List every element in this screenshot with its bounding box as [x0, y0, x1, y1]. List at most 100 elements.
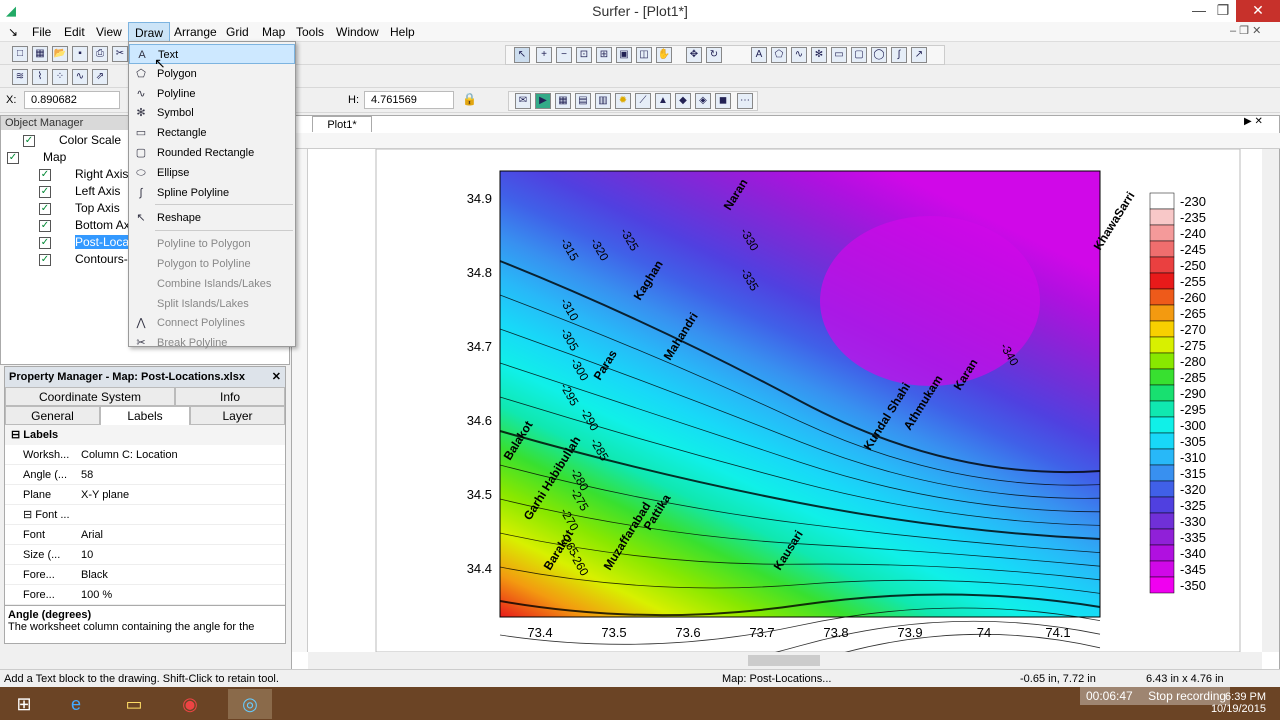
map-tool-9-icon[interactable]: ◆ — [675, 93, 691, 109]
tab-coordinate-system[interactable]: Coordinate System — [5, 387, 175, 406]
draw-menu-item[interactable]: ▢ Rounded Rectangle — [129, 143, 295, 163]
zoom-page-icon[interactable]: ⊡ — [576, 47, 592, 63]
map-tool-5-icon[interactable]: ▥ — [595, 93, 611, 109]
zoom-fit-icon[interactable]: ⊞ — [596, 47, 612, 63]
restore-button[interactable]: ❐ — [1208, 0, 1238, 22]
cut-icon[interactable]: ✂ — [112, 46, 128, 62]
section-labels[interactable]: ⊟ Labels — [5, 425, 285, 445]
base-map-icon[interactable]: ⌇ — [32, 69, 48, 85]
menu-map[interactable]: Map — [256, 22, 291, 42]
menu-help[interactable]: Help — [384, 22, 421, 42]
property-row[interactable]: Plane X-Y plane — [5, 485, 285, 505]
property-value[interactable]: Black — [75, 565, 285, 584]
map-tool-8-icon[interactable]: ▲ — [655, 93, 671, 109]
lock-icon[interactable]: 🔒 — [462, 92, 477, 106]
map-tool-6-icon[interactable]: ✹ — [615, 93, 631, 109]
property-row[interactable]: Fore... 100 % — [5, 585, 285, 605]
reshape-tool-icon[interactable]: ↗ — [911, 47, 927, 63]
new-plot-icon[interactable]: □ — [12, 46, 28, 62]
spline-tool-icon[interactable]: ∫ — [891, 47, 907, 63]
property-row[interactable]: Worksh... Column C: Location — [5, 445, 285, 465]
tab-labels[interactable]: Labels — [100, 406, 190, 425]
close-button[interactable]: ✕ — [1236, 0, 1280, 22]
map-tool-1-icon[interactable]: ✉ — [515, 93, 531, 109]
open-icon[interactable]: 📂 — [52, 46, 68, 62]
scroll-thumb[interactable] — [748, 655, 820, 666]
menu-draw[interactable]: Draw — [128, 22, 171, 42]
new-worksheet-icon[interactable]: ▦ — [32, 46, 48, 62]
tab-general[interactable]: General — [5, 406, 100, 425]
pan-icon[interactable]: ✋ — [656, 47, 672, 63]
draw-menu-item[interactable]: ▭ Rectangle — [129, 123, 295, 143]
tab-layer[interactable]: Layer — [190, 406, 285, 425]
close-panel-icon[interactable]: ✕ — [272, 367, 281, 387]
menu-edit[interactable]: Edit — [58, 22, 91, 42]
menu-icon[interactable]: ↘ — [2, 22, 24, 42]
map-tool-3-icon[interactable]: ▦ — [555, 93, 571, 109]
zoom-out-icon[interactable]: − — [556, 47, 572, 63]
h-input[interactable]: 4.761569 — [364, 91, 454, 109]
zoom-in-icon[interactable]: + — [536, 47, 552, 63]
tab-plot1[interactable]: Plot1* — [312, 116, 372, 132]
draw-menu-item[interactable]: ⬭ Ellipse — [129, 163, 295, 183]
property-value[interactable]: 58 — [75, 465, 285, 484]
map-tool-4-icon[interactable]: ▤ — [575, 93, 591, 109]
checkbox[interactable]: ✓ — [39, 168, 51, 181]
print-icon[interactable]: ⎙ — [92, 46, 108, 62]
property-row[interactable]: Fore... Black — [5, 565, 285, 585]
map-tool-11-icon[interactable]: ◼ — [715, 93, 731, 109]
property-value[interactable]: Column C: Location — [75, 445, 285, 464]
horizontal-scrollbar[interactable] — [308, 652, 1262, 669]
mdi-controls[interactable]: – ❐ ✕ — [1230, 24, 1261, 37]
polygon-tool-icon[interactable]: ⬠ — [771, 47, 787, 63]
symbol-tool-icon[interactable]: ✻ — [811, 47, 827, 63]
checkbox[interactable]: ✓ — [39, 219, 51, 232]
start-icon[interactable]: ⊞ — [2, 689, 46, 719]
property-value[interactable]: 100 % — [75, 585, 285, 604]
checkbox[interactable]: ✓ — [39, 253, 51, 266]
contour-map-icon[interactable]: ≋ — [12, 69, 28, 85]
tab-info[interactable]: Info — [175, 387, 285, 406]
checkbox[interactable]: ✓ — [39, 185, 51, 198]
polyline-tool-icon[interactable]: ∿ — [791, 47, 807, 63]
menu-view[interactable]: View — [90, 22, 128, 42]
property-value[interactable]: X-Y plane — [75, 485, 285, 504]
chrome-icon[interactable]: ◉ — [168, 689, 212, 719]
x-input[interactable]: 0.890682 — [24, 91, 120, 109]
map-tool-12-icon[interactable]: ⋯ — [737, 93, 753, 109]
map-tool-2-icon[interactable]: ▶ — [535, 93, 551, 109]
map-tool-10-icon[interactable]: ◈ — [695, 93, 711, 109]
text-tool-icon[interactable]: A — [751, 47, 767, 63]
surfer-icon[interactable]: ◎ — [228, 689, 272, 719]
draw-menu-item[interactable]: ↖ Reshape — [129, 208, 295, 228]
property-row[interactable]: Font Arial — [5, 525, 285, 545]
image-map-icon[interactable]: ∿ — [72, 69, 88, 85]
draw-menu-item[interactable]: ✻ Symbol — [129, 103, 295, 123]
property-row[interactable]: Angle (... 58 — [5, 465, 285, 485]
checkbox[interactable]: ✓ — [39, 236, 51, 249]
ellipse-tool-icon[interactable]: ◯ — [871, 47, 887, 63]
draw-menu-item[interactable]: ∫ Spline Polyline — [129, 183, 295, 203]
vector-map-icon[interactable]: ⇗ — [92, 69, 108, 85]
map-tool-7-icon[interactable]: ⟋ — [635, 93, 651, 109]
zoom-selected-icon[interactable]: ◫ — [636, 47, 652, 63]
menu-file[interactable]: File — [26, 22, 57, 42]
property-value[interactable]: Arial — [75, 525, 285, 544]
trackball-icon[interactable]: ✥ — [686, 47, 702, 63]
checkbox[interactable]: ✓ — [39, 202, 51, 215]
checkbox[interactable]: ✓ — [7, 151, 19, 164]
property-row[interactable]: ⊟ Font ... — [5, 505, 285, 525]
property-value[interactable]: 10 — [75, 545, 285, 564]
rounded-rect-tool-icon[interactable]: ▢ — [851, 47, 867, 63]
draw-menu-item[interactable]: ∿ Polyline — [129, 84, 295, 104]
property-value[interactable] — [75, 505, 285, 524]
post-map-icon[interactable]: ⁘ — [52, 69, 68, 85]
menu-window[interactable]: Window — [330, 22, 385, 42]
recording-indicator[interactable]: 00:06:47 Stop recording — [1080, 687, 1230, 705]
vertical-scrollbar[interactable] — [1262, 149, 1279, 652]
checkbox[interactable]: ✓ — [23, 134, 35, 147]
menu-tools[interactable]: Tools — [290, 22, 330, 42]
property-row[interactable]: Size (... 10 — [5, 545, 285, 565]
rectangle-tool-icon[interactable]: ▭ — [831, 47, 847, 63]
select-icon[interactable]: ↖ — [514, 47, 530, 63]
